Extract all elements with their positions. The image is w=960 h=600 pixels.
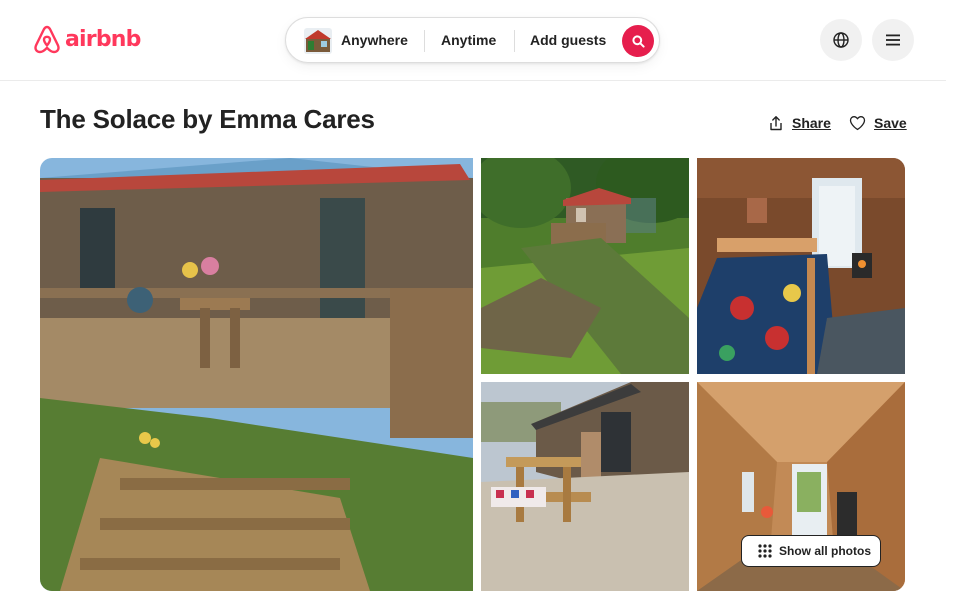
cabin-thumbnail-icon <box>304 28 332 54</box>
save-label: Save <box>874 115 907 131</box>
main-menu-button[interactable] <box>872 19 914 61</box>
cabin-on-hillside-photo[interactable] <box>481 158 689 374</box>
picnic-bench-patio-photo[interactable] <box>481 382 689 591</box>
language-button[interactable] <box>820 19 862 61</box>
save-button[interactable]: Save <box>849 112 907 134</box>
wooden-cabin-deck-photo[interactable] <box>40 158 473 591</box>
search-divider <box>424 30 425 52</box>
show-all-photos-button[interactable]: Show all photos <box>741 535 881 567</box>
search-bar[interactable]: Anywhere Anytime Add guests <box>285 17 660 63</box>
cabin-bedroom-photo[interactable] <box>697 158 905 374</box>
hamburger-menu-icon <box>886 34 900 46</box>
bedroom-illustration <box>697 158 905 374</box>
heart-icon <box>849 116 866 131</box>
dates-filter-button[interactable]: Anytime <box>441 18 496 62</box>
share-label: Share <box>792 115 831 131</box>
hillside-illustration <box>481 158 689 374</box>
cabin-deck-illustration <box>40 158 473 591</box>
airbnb-logo[interactable]: airbnb <box>32 24 141 56</box>
grid-dots-icon <box>758 544 772 558</box>
location-filter-button[interactable]: Anywhere <box>341 18 408 62</box>
airbnb-wordmark: airbnb <box>65 27 141 52</box>
guests-filter-button[interactable]: Add guests <box>530 18 606 62</box>
share-button[interactable]: Share <box>768 112 831 134</box>
listing-title: The Solace by Emma Cares <box>40 104 375 134</box>
airbnb-logo-icon <box>34 25 60 54</box>
patio-illustration <box>481 382 689 591</box>
search-icon <box>631 34 645 48</box>
share-icon <box>770 116 782 131</box>
search-divider <box>514 30 515 52</box>
show-all-photos-label: Show all photos <box>779 544 871 558</box>
globe-icon <box>833 32 849 48</box>
search-button[interactable] <box>622 25 654 57</box>
top-navigation-bar: airbnb Anywhere Anytime Add guests <box>0 0 946 81</box>
